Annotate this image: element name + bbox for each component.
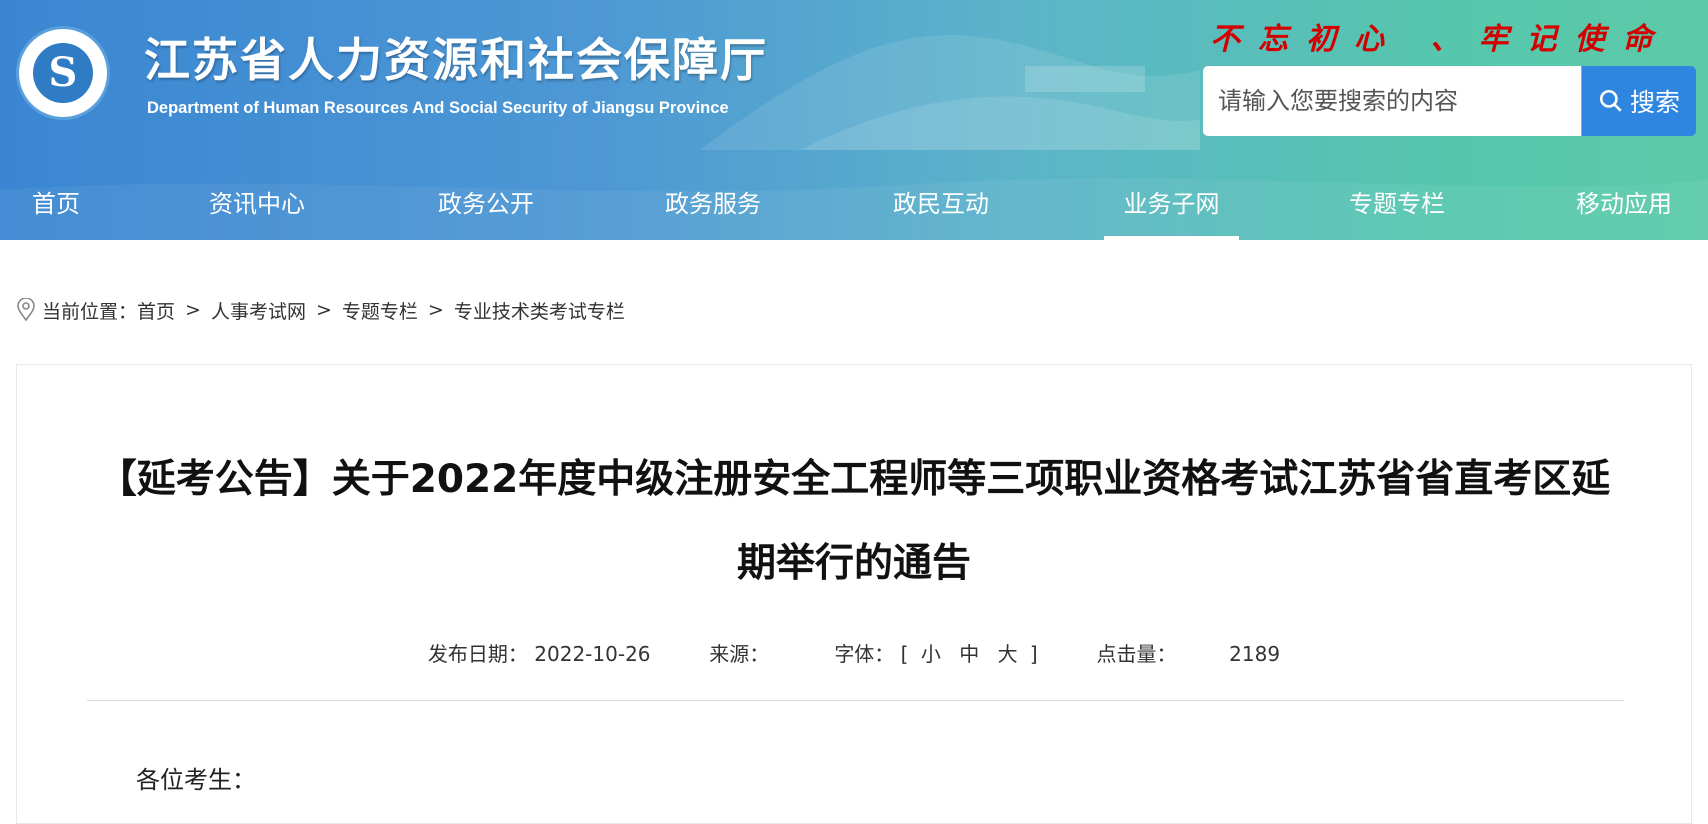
nav-item-home[interactable]: 首页 bbox=[32, 178, 80, 240]
nav-item-government-affairs[interactable]: 政务公开 bbox=[438, 178, 534, 240]
font-size-medium-button[interactable]: 中 bbox=[959, 638, 979, 667]
font-size-small-button[interactable]: 小 bbox=[921, 638, 941, 667]
font-size-close-bracket: ] bbox=[1029, 642, 1038, 666]
site-title: 江苏省人力资源和社会保障厅 bbox=[144, 33, 768, 87]
views-count: 2189 bbox=[1229, 642, 1281, 666]
publish-date: 2022-10-26 bbox=[534, 642, 651, 666]
nav-item-services[interactable]: 政务服务 bbox=[665, 178, 761, 240]
article-greeting: 各位考生： bbox=[136, 766, 256, 794]
nav-item-interaction[interactable]: 政民互动 bbox=[893, 178, 989, 240]
breadcrumb-separator: > bbox=[427, 299, 444, 321]
article-meta: 发布日期： 2022-10-26 来源： 字体： [ 小 中 大 ] 点击量： … bbox=[0, 638, 1708, 667]
font-size-large-button[interactable]: 大 bbox=[998, 638, 1018, 667]
breadcrumb-prefix: 当前位置： bbox=[42, 300, 138, 323]
main-nav: 首页 资讯中心 政务公开 政务服务 政民互动 业务子网 专题专栏 移动应用 bbox=[0, 178, 1708, 240]
date-label: 发布日期： bbox=[427, 642, 528, 666]
breadcrumb-separator: > bbox=[185, 299, 201, 321]
article-title: 【延考公告】关于2022年度中级注册安全工程师等三项职业资格考试江苏省省直考区延… bbox=[97, 457, 1611, 586]
location-pin-icon bbox=[17, 298, 35, 322]
site-subtitle: Department of Human Resources And Social… bbox=[147, 99, 729, 117]
breadcrumb-home[interactable]: 首页 bbox=[137, 297, 175, 324]
nav-item-mobile-apps[interactable]: 移动应用 bbox=[1576, 178, 1672, 240]
nav-item-business-subsites[interactable]: 业务子网 bbox=[1104, 178, 1239, 240]
breadcrumb-exam-site[interactable]: 人事考试网 bbox=[211, 297, 306, 324]
site-header: S 江苏省人力资源和社会保障厅 Department of Human Reso… bbox=[0, 0, 1708, 240]
source-label: 来源： bbox=[709, 642, 770, 666]
search-box bbox=[1203, 66, 1581, 136]
nav-item-news[interactable]: 资讯中心 bbox=[209, 178, 305, 240]
meta-divider bbox=[87, 700, 1624, 701]
search-button[interactable]: 搜索 bbox=[1582, 66, 1696, 136]
logo-s-mark: S bbox=[48, 49, 78, 96]
breadcrumb-special-topics[interactable]: 专题专栏 bbox=[342, 297, 418, 324]
breadcrumb-separator: > bbox=[315, 299, 332, 321]
search-icon bbox=[1599, 89, 1622, 112]
logo-emblem: S bbox=[33, 43, 93, 103]
font-size-open-bracket: [ bbox=[900, 642, 909, 666]
breadcrumb-professional-exams[interactable]: 专业技术类考试专栏 bbox=[454, 297, 625, 324]
font-size-label: 字体： bbox=[834, 642, 895, 666]
search-button-label: 搜索 bbox=[1629, 88, 1680, 117]
breadcrumb: 当前位置： 首页 > 人事考试网 > 专题专栏 > 专业技术类考试专栏 bbox=[16, 296, 625, 324]
slogan: 不忘初心 、牢记使命 bbox=[1210, 22, 1671, 57]
views-label: 点击量： bbox=[1096, 642, 1177, 666]
nav-item-special-topics[interactable]: 专题专栏 bbox=[1349, 178, 1445, 240]
search-input[interactable] bbox=[1203, 66, 1581, 136]
site-logo[interactable]: S bbox=[16, 26, 110, 120]
